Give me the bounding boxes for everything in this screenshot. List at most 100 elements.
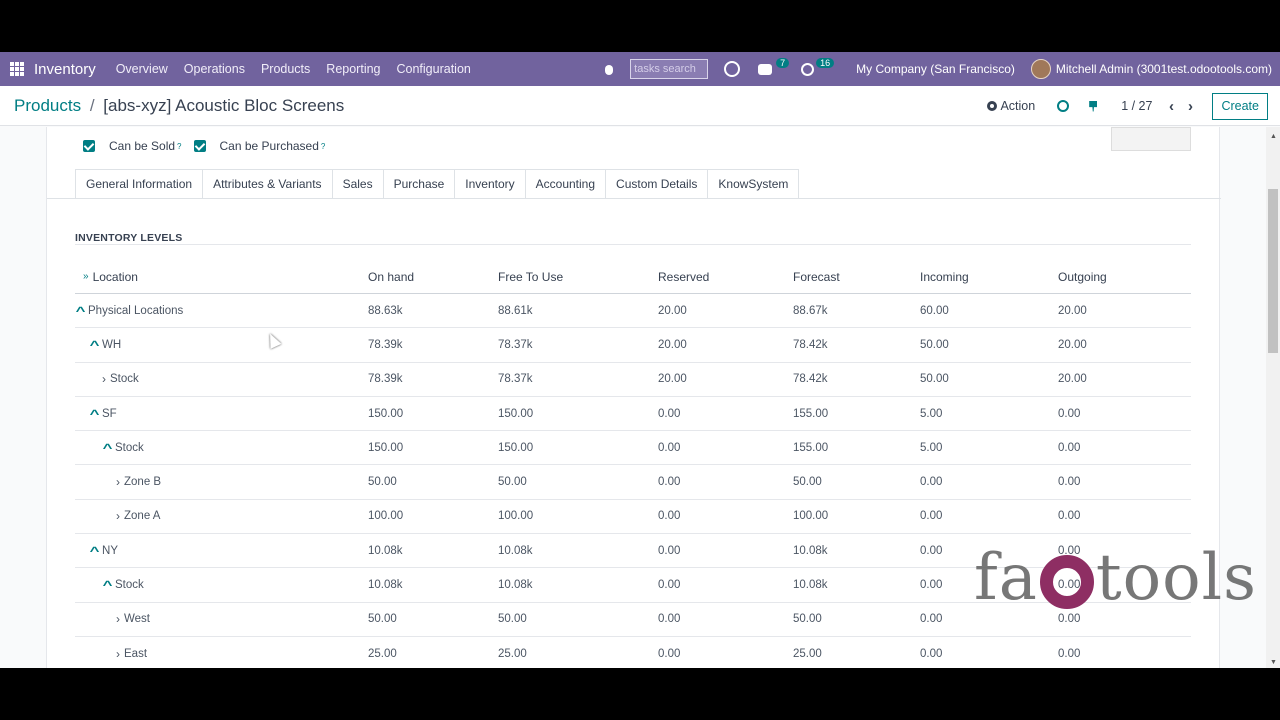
- tab-general-information[interactable]: General Information: [75, 169, 203, 199]
- collapse-caret-icon[interactable]: ^: [76, 304, 86, 318]
- pager-next-icon[interactable]: ›: [1183, 98, 1197, 115]
- collapse-caret-icon[interactable]: ^: [90, 338, 100, 352]
- table-row[interactable]: › Zone B 50.00 50.00 0.00 50.00 0.00 0.00: [75, 465, 1191, 500]
- product-image[interactable]: [1111, 127, 1191, 151]
- tab-custom-details[interactable]: Custom Details: [605, 169, 708, 199]
- top-navbar: Inventory Overview Operations Products R…: [0, 52, 1280, 86]
- control-panel: Products / [abs-xyz] Acoustic Bloc Scree…: [0, 86, 1280, 126]
- expand-chevron-icon[interactable]: ›: [116, 509, 120, 523]
- scroll-down-arrow-icon[interactable]: ▼: [1270, 659, 1277, 666]
- can-be-sold-label: Can be Sold: [109, 139, 176, 153]
- pager-value[interactable]: 1 / 27: [1121, 99, 1152, 113]
- collapse-all-icon[interactable]: »: [83, 271, 89, 282]
- can-be-sold-checkbox[interactable]: [83, 140, 95, 152]
- collapse-caret-icon[interactable]: ^: [103, 441, 113, 455]
- factools-watermark-logo: fa tools: [974, 546, 1257, 610]
- tab-sales[interactable]: Sales: [331, 169, 383, 199]
- location-name: Stock: [110, 373, 139, 386]
- location-name: SF: [102, 407, 117, 420]
- pin-icon[interactable]: [1089, 100, 1098, 112]
- pager-previous-icon[interactable]: ‹: [1164, 98, 1178, 115]
- menu-products[interactable]: Products: [261, 62, 310, 76]
- company-switcher[interactable]: My Company (San Francisco): [856, 62, 1015, 76]
- incoming-cell: 0.00: [920, 510, 943, 523]
- apps-grid-icon[interactable]: [10, 62, 24, 76]
- on-hand-cell: 78.39k: [368, 373, 403, 386]
- reserved-cell: 0.00: [658, 613, 681, 626]
- table-row[interactable]: › Stock 78.39k 78.37k 20.00 78.42k 50.00 …: [75, 363, 1191, 397]
- table-row[interactable]: ^ Physical Locations 88.63k 88.61k 20.00 …: [75, 294, 1191, 329]
- refresh-icon[interactable]: [724, 61, 741, 77]
- location-cell: › West: [75, 612, 368, 626]
- scrollbar-thumb[interactable]: [1268, 189, 1278, 353]
- outgoing-cell: 20.00: [1058, 373, 1087, 386]
- breadcrumb-products-link[interactable]: Products: [14, 96, 81, 115]
- expand-chevron-icon[interactable]: ›: [116, 647, 120, 661]
- outgoing-cell: 20.00: [1058, 338, 1087, 351]
- menu-reporting[interactable]: Reporting: [326, 62, 380, 76]
- user-avatar[interactable]: [1030, 59, 1051, 79]
- tab-purchase[interactable]: Purchase: [382, 169, 455, 199]
- reserved-cell: 0.00: [658, 441, 681, 454]
- tab-accounting[interactable]: Accounting: [524, 169, 606, 199]
- menu-operations[interactable]: Operations: [184, 62, 245, 76]
- watermark-o-icon: [1039, 555, 1094, 609]
- messages-icon[interactable]: [758, 63, 773, 75]
- free-cell: 25.00: [498, 647, 527, 660]
- can-be-sold-help-icon[interactable]: ?: [177, 142, 181, 151]
- table-row[interactable]: ^ SF 150.00 150.00 0.00 155.00 5.00 0.00: [75, 397, 1191, 432]
- reserved-cell: 20.00: [658, 338, 687, 351]
- location-name: West: [124, 613, 150, 626]
- scroll-up-arrow-icon[interactable]: ▲: [1270, 133, 1277, 140]
- header-free-to-use: Free To Use: [498, 269, 564, 284]
- outgoing-cell: 0.00: [1058, 441, 1081, 454]
- menu-overview[interactable]: Overview: [116, 62, 168, 76]
- table-row[interactable]: ^ WH 78.39k 78.37k 20.00 78.42k 50.00 20.…: [75, 328, 1191, 363]
- collapse-caret-icon[interactable]: ^: [90, 407, 100, 421]
- menu-configuration[interactable]: Configuration: [397, 62, 471, 76]
- tasks-search-input[interactable]: [630, 59, 709, 79]
- reserved-cell: 0.00: [658, 544, 681, 557]
- collapse-caret-icon[interactable]: ^: [90, 544, 100, 558]
- forecast-cell: 25.00: [793, 647, 822, 660]
- action-button[interactable]: Action: [987, 99, 1035, 113]
- incoming-cell: 50.00: [920, 373, 949, 386]
- can-be-purchased-checkbox[interactable]: [193, 140, 206, 152]
- header-on-hand: On hand: [368, 269, 415, 284]
- breadcrumb-current: [abs-xyz] Acoustic Bloc Screens: [103, 95, 345, 115]
- header-reserved: Reserved: [658, 269, 710, 284]
- tab-attributes-variants[interactable]: Attributes & Variants: [202, 169, 332, 199]
- forecast-cell: 50.00: [793, 476, 822, 489]
- table-row[interactable]: › Zone A 100.00 100.00 0.00 100.00 0.00 0…: [75, 500, 1191, 535]
- discard-refresh-icon[interactable]: [1057, 100, 1070, 112]
- create-button[interactable]: Create: [1212, 92, 1268, 120]
- location-cell: ^ Stock: [75, 441, 368, 455]
- watermark-text-right: tools: [1095, 541, 1257, 615]
- can-be-purchased-help-icon[interactable]: ?: [321, 142, 325, 151]
- tab-knowsystem[interactable]: KnowSystem: [707, 169, 800, 199]
- tab-inventory[interactable]: Inventory: [454, 169, 525, 199]
- expand-chevron-icon[interactable]: ›: [102, 372, 106, 386]
- control-right: Action 1 / 27 ‹ › Create: [987, 86, 1268, 126]
- table-row[interactable]: › East 25.00 25.00 0.00 25.00 0.00 0.00: [75, 637, 1191, 668]
- header-location[interactable]: » Location: [75, 270, 368, 284]
- on-hand-cell: 150.00: [368, 407, 404, 420]
- form-tabs: General Information Attributes & Variant…: [75, 169, 800, 199]
- app-name[interactable]: Inventory: [34, 61, 96, 78]
- location-cell: › Zone B: [75, 475, 368, 489]
- free-cell: 88.61k: [498, 304, 533, 317]
- section-divider: [75, 244, 1191, 245]
- messages-count-badge: 7: [776, 58, 790, 68]
- user-menu[interactable]: Mitchell Admin (3001test.odootools.com): [1056, 62, 1272, 76]
- free-cell: 50.00: [498, 476, 527, 489]
- incoming-cell: 0.00: [920, 476, 943, 489]
- expand-chevron-icon[interactable]: ›: [116, 612, 120, 626]
- location-cell: › East: [75, 647, 368, 661]
- collapse-caret-icon[interactable]: ^: [103, 578, 113, 592]
- location-name: Zone A: [124, 510, 161, 523]
- debug-bug-icon[interactable]: [602, 62, 616, 76]
- table-row[interactable]: ^ Stock 150.00 150.00 0.00 155.00 5.00 0.…: [75, 431, 1191, 466]
- expand-chevron-icon[interactable]: ›: [116, 475, 120, 489]
- activities-clock-icon[interactable]: [801, 62, 815, 76]
- vertical-scrollbar[interactable]: ▲ ▼: [1266, 127, 1280, 668]
